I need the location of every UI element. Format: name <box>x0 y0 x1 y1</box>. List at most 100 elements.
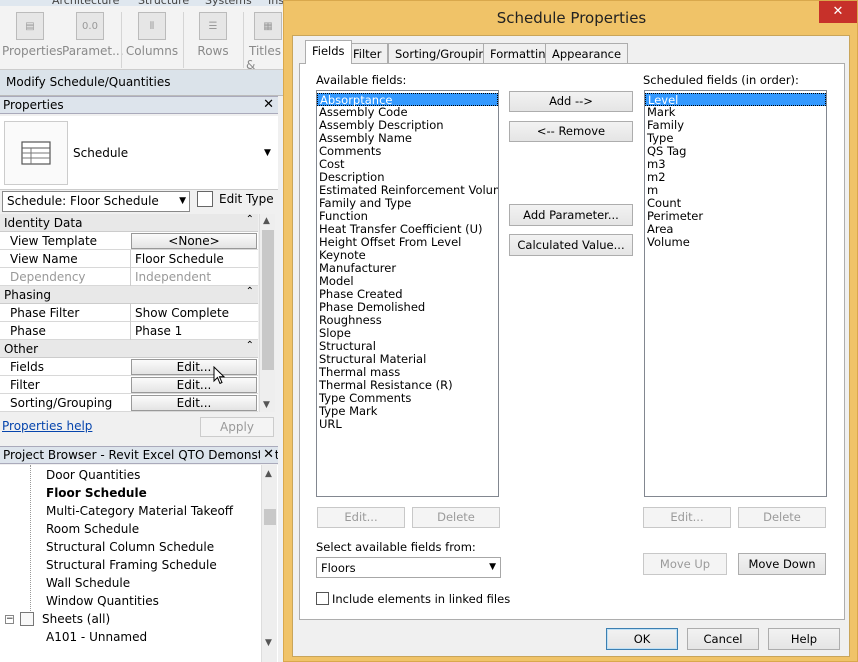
scroll-down-icon[interactable]: ▼ <box>265 638 272 648</box>
tree-item[interactable]: Structural Column Schedule <box>46 540 214 554</box>
filter-edit-button[interactable]: Edit... <box>131 377 257 393</box>
properties-title: Properties <box>3 98 64 112</box>
move-down-button[interactable]: Move Down <box>738 553 826 575</box>
include-linked-label: Include elements in linked files <box>332 592 511 606</box>
tab-filter[interactable]: Filter <box>346 43 389 63</box>
ribbon-separator <box>183 12 184 68</box>
scheduled-fields-list[interactable]: Level Mark Family Type QS Tag m3 m2 m Count Perim… <box>644 90 827 497</box>
close-icon[interactable]: ✕ <box>263 97 274 112</box>
row-key: View Name <box>10 252 78 266</box>
row-phase: Phase Phase 1 <box>0 322 258 340</box>
row-key: View Template <box>10 234 98 248</box>
delete-scheduled-field-button[interactable]: Delete <box>738 507 826 528</box>
instance-selector[interactable]: Schedule: Floor Schedule ▼ <box>2 191 190 212</box>
collapse-icon[interactable]: − <box>5 615 14 624</box>
fields-edit-button[interactable]: Edit... <box>131 359 257 375</box>
rows-icon: ☰ <box>199 12 227 40</box>
properties-icon: ▤ <box>16 12 44 40</box>
tree-item-sheets[interactable]: Sheets (all) <box>42 612 110 626</box>
ribbon-titles-button[interactable]: ▦ Titles & <box>246 12 288 70</box>
calculated-value-button[interactable]: Calculated Value... <box>509 234 633 256</box>
group-identity-data[interactable]: Identity Data ⌃ <box>0 214 258 232</box>
tree-item-active[interactable]: Floor Schedule <box>46 486 147 500</box>
remove-field-button[interactable]: <-- Remove <box>509 121 633 142</box>
group-label: Other <box>4 342 39 356</box>
browser-scrollbar[interactable]: ▲ ▼ <box>261 465 277 662</box>
group-other[interactable]: Other ⌃ <box>0 340 258 358</box>
list-item[interactable]: m2 <box>645 171 826 184</box>
row-key: Sorting/Grouping <box>10 396 113 410</box>
include-linked-checkbox[interactable] <box>316 592 329 605</box>
edit-type-label: Edit Type <box>219 192 274 206</box>
tree-item[interactable]: Room Schedule <box>46 522 139 536</box>
cancel-button[interactable]: Cancel <box>687 628 759 650</box>
view-name-field[interactable]: Floor Schedule <box>130 250 258 268</box>
select-from-label: Select available fields from: <box>316 540 476 554</box>
collapse-icon[interactable]: ⌃ <box>246 214 254 225</box>
tree-item[interactable]: Window Quantities <box>46 594 159 608</box>
scheduled-fields-items: Level Mark Family Type QS Tag m3 m2 m Count Perim… <box>645 91 826 249</box>
group-phasing[interactable]: Phasing ⌃ <box>0 286 258 304</box>
collapse-icon[interactable]: ⌃ <box>246 340 254 351</box>
ribbon-separator <box>243 12 244 68</box>
ribbon-parameters-button[interactable]: 0.0 Paramet... <box>62 12 124 70</box>
row-key: Dependency <box>10 270 86 284</box>
scroll-up-icon[interactable]: ▲ <box>263 216 270 226</box>
sheets-icon <box>20 612 34 626</box>
available-fields-list[interactable]: Absorptance Assembly Code Assembly Descrip… <box>316 90 499 497</box>
add-parameter-button[interactable]: Add Parameter... <box>509 204 633 226</box>
tree-item[interactable]: Wall Schedule <box>46 576 130 590</box>
properties-help-link[interactable]: Properties help <box>2 419 92 433</box>
edit-scheduled-field-button[interactable]: Edit... <box>643 507 731 528</box>
delete-available-field-button[interactable]: Delete <box>412 507 500 528</box>
titles-icon: ▦ <box>254 12 282 40</box>
row-sorting: Sorting/Grouping Edit... <box>0 394 258 412</box>
ribbon-rows-button[interactable]: ☰ Rows <box>186 12 240 70</box>
close-icon[interactable]: ✕ <box>819 1 857 23</box>
tree-item[interactable]: Multi-Category Material Takeoff <box>46 504 233 518</box>
type-selector[interactable]: Schedule ▼ <box>0 116 278 190</box>
view-template-button[interactable]: <None> <box>131 233 257 249</box>
ribbon-properties-button[interactable]: ▤ Properties <box>2 12 63 70</box>
row-phase-filter: Phase Filter Show Complete <box>0 304 258 322</box>
apply-button[interactable]: Apply <box>200 417 274 437</box>
collapse-icon[interactable]: ⌃ <box>246 286 254 297</box>
list-item[interactable]: m3 <box>645 158 826 171</box>
add-field-button[interactable]: Add --> <box>509 91 633 112</box>
row-key: Phase <box>10 324 46 338</box>
available-fields-label: Available fields: <box>316 73 407 87</box>
ribbon-columns-button[interactable]: ⫴ Columns <box>124 12 180 70</box>
list-item[interactable]: Type Mark <box>317 405 498 418</box>
ok-button[interactable]: OK <box>606 628 678 650</box>
row-dependency: Dependency Independent <box>0 268 258 286</box>
list-item[interactable]: Volume <box>645 236 826 249</box>
help-button[interactable]: Help <box>768 628 840 650</box>
ribbon-panel: ▤ Properties 0.0 Paramet... ⫴ Columns ☰ … <box>0 6 288 70</box>
sorting-edit-button[interactable]: Edit... <box>131 395 257 411</box>
scheduled-fields-label: Scheduled fields (in order): <box>643 73 799 87</box>
context-bar: Modify Schedule/Quantities <box>0 70 288 96</box>
ribbon-button-label: Paramet... <box>62 44 124 58</box>
move-up-button[interactable]: Move Up <box>643 553 727 575</box>
phase-field[interactable]: Phase 1 <box>130 322 258 340</box>
edit-type-icon <box>197 191 213 207</box>
close-icon[interactable]: ✕ <box>260 447 274 462</box>
tab-fields[interactable]: Fields <box>305 40 352 64</box>
list-item[interactable]: URL <box>317 418 498 431</box>
list-item[interactable]: QS Tag <box>645 145 826 158</box>
tree-item[interactable]: Door Quantities <box>46 468 140 482</box>
scroll-down-icon[interactable]: ▼ <box>263 400 270 410</box>
scrollbar-thumb[interactable] <box>264 509 276 525</box>
ribbon-button-label: Titles & <box>246 44 281 70</box>
scroll-up-icon[interactable]: ▲ <box>265 469 272 479</box>
edit-available-field-button[interactable]: Edit... <box>317 507 405 528</box>
properties-scrollbar[interactable]: ▲ ▼ <box>259 214 275 412</box>
tree-item[interactable]: Structural Framing Schedule <box>46 558 217 572</box>
scrollbar-thumb[interactable] <box>262 230 274 370</box>
tree-item[interactable]: A101 - Unnamed <box>46 630 147 644</box>
tab-appearance[interactable]: Appearance <box>545 43 629 63</box>
select-from-dropdown[interactable]: Floors ▼ <box>316 557 501 578</box>
instance-selector-value: Schedule: Floor Schedule <box>7 194 159 208</box>
phase-filter-field[interactable]: Show Complete <box>130 304 258 322</box>
edit-type-button[interactable]: Edit Type <box>197 191 277 211</box>
